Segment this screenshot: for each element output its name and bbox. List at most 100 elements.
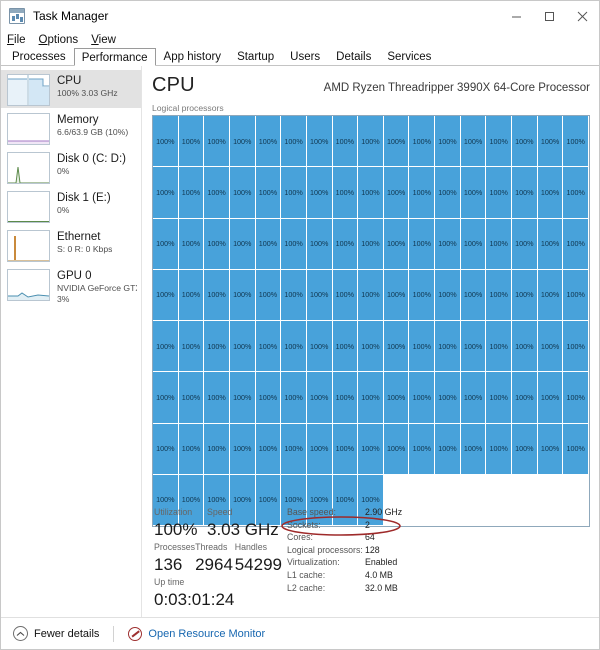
sidebar-sub-gpu0: NVIDIA GeForce GTX 10 [57,283,137,293]
menu-item-file[interactable]: File [7,34,26,46]
stat-value-speed: 3.03 GHz [207,520,279,539]
logical-processor-cell: 100% [435,269,461,321]
sidebar-item-ethernet[interactable]: Ethernet S: 0 R: 0 Kbps [1,226,141,264]
sidebar-item-gpu0[interactable]: GPU 0 NVIDIA GeForce GTX 10 3% [1,265,141,304]
logical-processor-cell: 100% [460,372,487,424]
tab-services[interactable]: Services [379,48,439,65]
menu-bar: File Options View [1,31,599,48]
stat-l1-cache: L1 cache: 4.0 MB [287,569,393,580]
logical-processor-cell: 100% [409,218,436,270]
logical-processor-cell: 100% [204,321,230,373]
task-manager-icon [9,8,25,24]
logical-processor-cell: 100% [153,321,179,373]
close-button[interactable] [566,1,599,31]
logical-processor-cell: 100% [229,116,256,168]
logical-processor-cell: 100% [409,321,436,373]
sidebar-label-memory: Memory [57,114,99,126]
menu-item-view[interactable]: View [91,34,116,46]
sidebar-sub-ethernet: S: 0 R: 0 Kbps [57,244,113,254]
stat-cores: Cores: 64 [287,532,375,543]
stat-label-speed: Speed [207,507,233,517]
tab-details[interactable]: Details [328,48,379,65]
logical-processor-cell: 100% [563,167,589,219]
logical-processor-cell: 100% [537,218,564,270]
sidebar-sub-memory: 6.6/63.9 GB (10%) [57,127,129,137]
maximize-button[interactable] [533,1,566,31]
sidebar-label-ethernet: Ethernet [57,231,101,243]
stat-label-uptime: Up time [154,577,185,587]
memory-thumbnail-graph [7,113,50,145]
logical-processor-cell: 100% [435,423,461,475]
stat-threads: Threads 2964 [195,541,235,576]
logical-processor-cell: 100% [512,372,538,424]
disk1-thumbnail-graph [7,191,50,223]
logical-processor-cell: 100% [332,167,359,219]
logical-processor-cell: 100% [383,372,410,424]
sidebar-item-disk1[interactable]: Disk 1 (E:) 0% [1,187,141,225]
disk0-thumbnail-graph [7,152,50,184]
sidebar-label-cpu: CPU [57,75,82,87]
stats-row-uptime: Up time 0:03:01:24 [154,576,282,611]
logical-processor-cell: 100% [486,116,513,168]
logical-processor-cell: 100% [229,218,256,270]
page-title: CPU [152,74,195,96]
performance-detail-panel: CPU AMD Ryzen Threadripper 3990X 64-Core… [142,66,600,629]
minimize-button[interactable] [500,1,533,31]
tab-users[interactable]: Users [282,48,328,65]
window-title: Task Manager [33,9,109,23]
logical-processor-cell: 100% [153,372,179,424]
tab-processes[interactable]: Processes [4,48,74,65]
logical-processor-cell: 100% [460,167,487,219]
tab-app-history[interactable]: App history [156,48,230,65]
menu-item-options[interactable]: Options [39,34,79,46]
logical-processor-cell: 100% [306,372,333,424]
stat-virtualization: Virtualization: Enabled [287,557,398,568]
stat-uptime: Up time 0:03:01:24 [154,576,234,611]
sidebar-sub-disk1: 0% [57,205,70,215]
logical-processors-grid[interactable]: 100% 100% 100% 100% 100% 100% 100% 100% 100% 100%… [152,115,590,527]
logical-processor-cell: 100% [178,116,205,168]
logical-processor-cell: 100% [281,167,307,219]
stat-l2-cache: L2 cache: 32.0 MB [287,582,398,593]
sidebar-item-disk0[interactable]: Disk 0 (C: D:) 0% [1,148,141,186]
cpu-stats: Utilization 100% Speed 3.03 GHz Processe… [154,506,600,611]
logical-processor-cell: 100% [460,321,487,373]
logical-processor-cell: 100% [204,167,230,219]
tab-strip: Processes Performance App history Startu… [1,48,599,66]
task-manager-window: Task Manager File Options View Processes… [0,0,600,650]
sidebar-item-memory[interactable]: Memory 6.6/63.9 GB (10%) [1,109,141,147]
logical-processor-cell: 100% [281,321,307,373]
stat-label-handles: Handles [234,542,267,552]
fewer-details-button[interactable]: Fewer details [13,626,99,641]
logical-processor-cell: 100% [460,116,487,168]
tab-performance[interactable]: Performance [73,48,156,66]
logical-processor-cell: 100% [204,269,230,321]
logical-processor-cell: 100% [435,372,461,424]
tab-startup[interactable]: Startup [229,48,282,65]
logical-processor-cell: 100% [537,372,564,424]
logical-processor-cell: 100% [229,423,256,475]
open-resource-monitor-link[interactable]: Open Resource Monitor [128,626,265,641]
logical-processor-cell: 100% [255,423,282,475]
logical-processor-cell: 100% [537,167,564,219]
stat-label-threads: Threads [195,542,228,552]
logical-processor-cell: 100% [255,116,282,168]
logical-processor-cell: 100% [460,423,487,475]
logical-processor-cell: 100% [306,321,333,373]
content-area: CPU 100% 3.03 GHz Memory 6.6/63.9 GB (10… [1,66,599,629]
logical-processor-cell: 100% [306,423,333,475]
stat-value-utilization: 100% [154,520,198,539]
logical-processor-cell: 100% [486,372,513,424]
logical-processor-cell: 100% [358,269,384,321]
sidebar-item-cpu[interactable]: CPU 100% 3.03 GHz [1,70,141,108]
stat-value-handles: 54299 [234,555,282,574]
logical-processor-cell: 100% [383,116,410,168]
stat-value-uptime: 0:03:01:24 [154,590,235,609]
logical-processor-cell: 100% [409,116,436,168]
logical-processor-cell: 100% [204,423,230,475]
logical-processor-cell: 100% [486,423,513,475]
logical-processor-cell: 100% [460,269,487,321]
logical-processor-cell: 100% [512,116,538,168]
cpu-model-label: AMD Ryzen Threadripper 3990X 64-Core Pro… [323,82,590,94]
sidebar-label-disk1: Disk 1 (E:) [57,192,111,204]
